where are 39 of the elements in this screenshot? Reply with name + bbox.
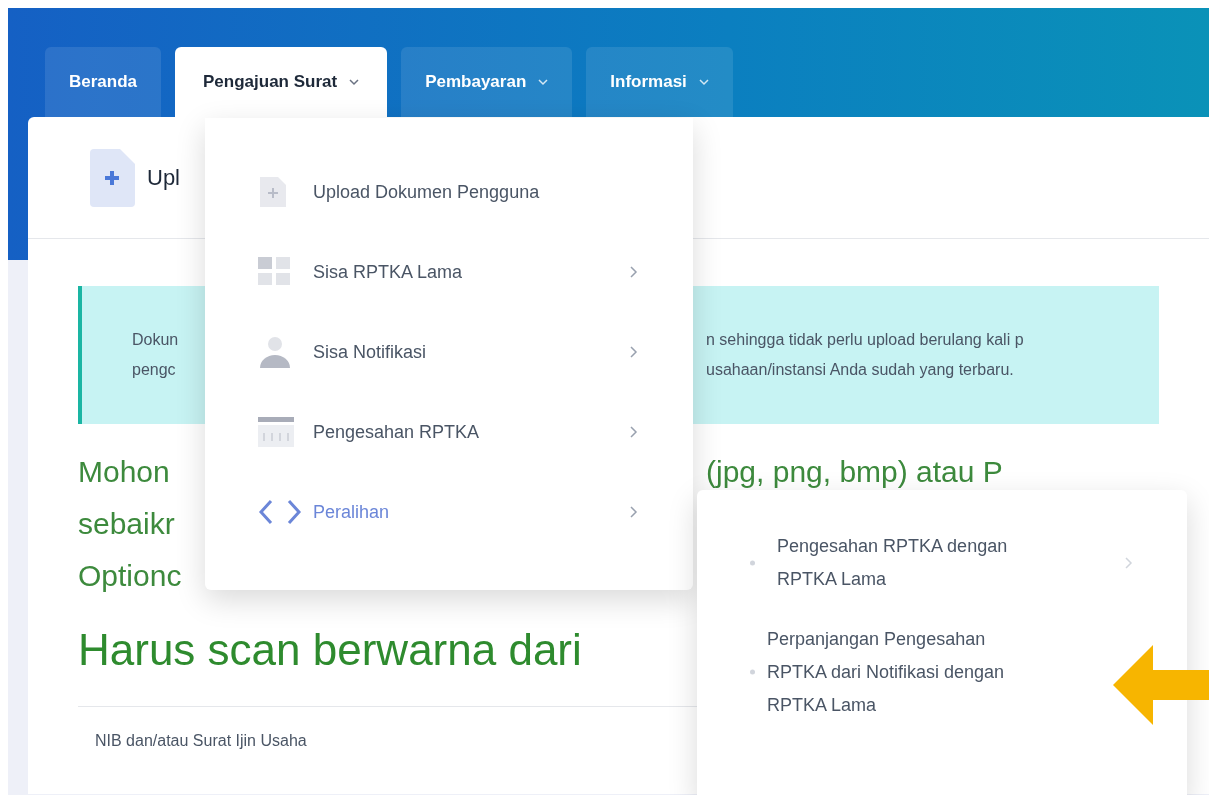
person-icon (258, 336, 292, 368)
notice-text: (jpg, png, bmp) atau P (706, 454, 1003, 490)
card-title: Upl (147, 164, 180, 192)
menu-item[interactable]: Sisa Notifikasi (313, 338, 427, 366)
menu-item[interactable]: Upload Dokumen Pengguna (313, 178, 540, 206)
menu-item[interactable]: Peralihan (313, 498, 390, 526)
calendar-icon (258, 417, 294, 447)
notice-text: Mohon (78, 454, 170, 490)
chevron-right-icon (630, 426, 638, 438)
document-label: NIB dan/atau Surat Ijin Usaha (95, 732, 307, 749)
alert-text: pengc (132, 360, 176, 380)
file-plus-icon (258, 175, 288, 209)
grid-icon (258, 257, 292, 287)
notice-text: sebaikr (78, 506, 175, 542)
chevron-down-icon (538, 78, 549, 86)
chevron-right-icon (630, 506, 638, 518)
chevron-down-icon (349, 78, 360, 86)
code-icon (258, 498, 302, 526)
chevron-down-icon (698, 78, 709, 86)
menu-item[interactable]: Pengesahan RPTKA (313, 418, 480, 446)
alert-text: Dokun (132, 330, 179, 350)
alert-text: usahaan/instansi Anda sudah yang terbaru. (706, 360, 1014, 380)
chevron-right-icon (630, 266, 638, 278)
arrow-icon (1113, 645, 1209, 725)
bullet-icon (750, 560, 755, 566)
alert-text: n sehingga tidak perlu upload berulang kali p (706, 330, 1024, 350)
submenu-item[interactable]: Perpanjangan Pengesahan RPTKA dari Notifikasi dengan RPTKA Lama (767, 622, 1032, 722)
bullet-icon (750, 669, 755, 675)
nav-tab[interactable]: Pengajuan Surat (175, 47, 388, 117)
menu-item[interactable]: Sisa RPTKA Lama (313, 258, 463, 286)
notice-text: Optionc (78, 558, 182, 594)
nav-tab[interactable]: Pembayaran (401, 47, 573, 117)
submenu-item[interactable]: Pengesahan RPTKA dengan RPTKA Lama (777, 530, 1042, 596)
nav-tab[interactable]: Informasi (586, 47, 733, 117)
chevron-right-icon (630, 346, 638, 358)
file-plus-icon (90, 148, 135, 207)
heading: Harus scan berwarna dari (78, 624, 582, 676)
nav-tab[interactable]: Beranda (45, 47, 162, 117)
chevron-right-icon (1125, 557, 1133, 569)
